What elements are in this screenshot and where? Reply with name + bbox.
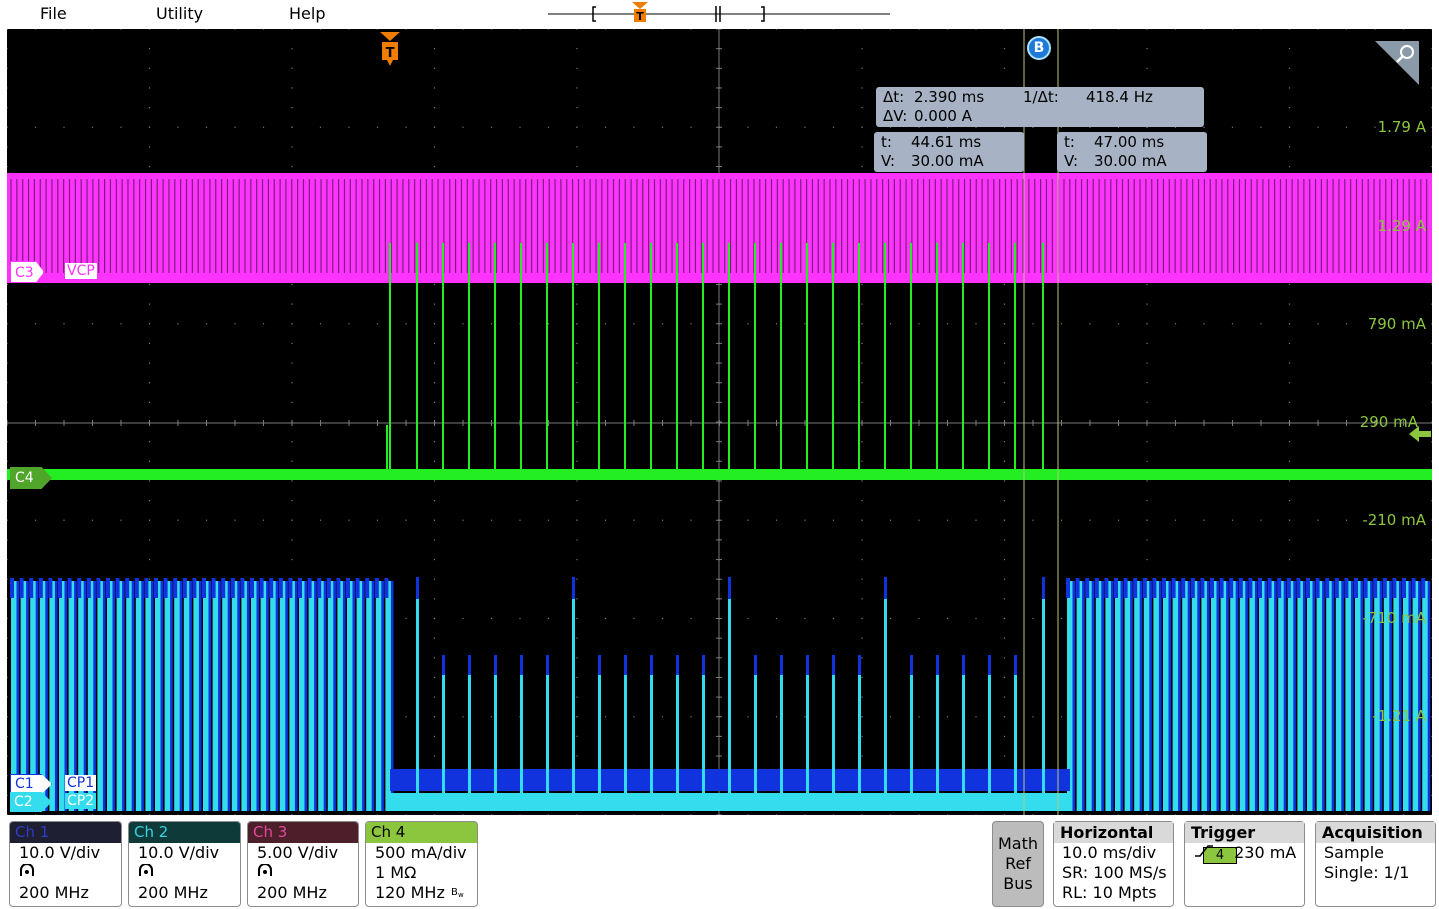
horizontal-title: Horizontal [1054, 822, 1173, 843]
ch3-bandwidth: 200 MHz [257, 883, 327, 902]
math-ref-bus-button[interactable]: Math Ref Bus [992, 821, 1044, 907]
svg-text:T: T [386, 46, 395, 61]
trigger-level: 230 mA [1234, 843, 1297, 862]
ch4-settings-box[interactable]: Ch 4 500 mA/div 1 MΩ 120 MHz Bw [365, 821, 478, 907]
menu-utility[interactable]: Utility [156, 4, 203, 23]
ch2-settings-box[interactable]: Ch 2 10.0 V/div 200 MHz [128, 821, 241, 907]
horizontal-scale: 10.0 ms/div [1062, 843, 1157, 862]
ch2-bandwidth: 200 MHz [138, 883, 208, 902]
ch3-waveform [7, 173, 1432, 283]
trigger-header: Trigger 4 [1185, 822, 1304, 864]
acquisition-state: Single: 1/1 [1324, 863, 1410, 882]
record-length: RL: 10 Mpts [1062, 883, 1157, 902]
ch1-title: Ch 1 [10, 822, 121, 843]
menu-bar: File Utility Help T [0, 0, 1439, 28]
svg-text:w: w [458, 891, 464, 898]
waveform-canvas[interactable] [7, 29, 1432, 815]
horizontal-panel[interactable]: Horizontal 10.0 ms/div SR: 100 MS/s RL: … [1053, 821, 1174, 907]
ch4-bandwidth: 120 MHz [375, 883, 445, 902]
zoom-icon[interactable] [1373, 39, 1421, 87]
cursor-lines[interactable] [1023, 29, 1059, 815]
ch1-label: CP1 [65, 775, 97, 791]
ch1-bandwidth: 200 MHz [19, 883, 89, 902]
ch3-title: Ch 3 [248, 822, 358, 843]
ch2-label: CP2 [65, 793, 97, 809]
svg-text:T: T [636, 10, 644, 23]
waveform-display[interactable]: T B Δt: 2.390 ms 1/Δt: 418.4 Hz ΔV: 0.00… [7, 29, 1432, 815]
trigger-level-icon[interactable] [1409, 425, 1431, 443]
scale-label: -210 mA [1362, 511, 1426, 529]
ch3-label: VCP [65, 263, 97, 279]
ch2-coupling-icon [129, 863, 240, 883]
ch3-settings-box[interactable]: Ch 3 5.00 V/div 200 MHz [247, 821, 359, 907]
ch4-bandwidth-row: 120 MHz Bw [366, 883, 477, 903]
scale-label: 1.29 A [1377, 217, 1426, 235]
cursor-b-readout: t: 47.00 ms V: 30.00 mA [1057, 132, 1207, 172]
acquisition-title: Acquisition [1316, 822, 1435, 843]
acquisition-mode: Sample [1324, 843, 1384, 862]
ch1-settings-box[interactable]: Ch 1 10.0 V/div 200 MHz [9, 821, 122, 907]
ch4-title: Ch 4 [366, 822, 477, 843]
ch4-scale: 500 mA/div [375, 843, 467, 862]
menu-file[interactable]: File [40, 4, 67, 23]
ch1-ch2-waveform [10, 577, 1431, 811]
scale-label: 1.79 A [1377, 118, 1426, 136]
scale-label: 790 mA [1367, 315, 1426, 333]
bottom-control-bar: Ch 1 10.0 V/div 200 MHz Ch 2 10.0 V/div … [0, 818, 1439, 909]
ch4-impedance: 1 MΩ [375, 863, 417, 882]
acquisition-panel[interactable]: Acquisition Sample Single: 1/1 [1315, 821, 1436, 907]
ch2-title: Ch 2 [129, 822, 240, 843]
trigger-position-icon[interactable]: T [379, 31, 401, 71]
rising-edge-icon [1195, 845, 1213, 857]
ch1-coupling-icon [10, 863, 121, 883]
cursor-a-readout: t: 44.61 ms V: 30.00 mA [874, 132, 1024, 172]
sample-rate: SR: 100 MS/s [1062, 863, 1167, 882]
trigger-title: Trigger [1191, 823, 1256, 842]
ch2-scale: 10.0 V/div [138, 843, 220, 862]
cursor-delta-readout: Δt: 2.390 ms 1/Δt: 418.4 Hz ΔV: 0.000 A [876, 87, 1204, 127]
record-trigger-icon: T [632, 2, 648, 23]
cursor-b-marker[interactable]: B [1027, 36, 1051, 60]
scale-label: -1.21 A [1372, 707, 1426, 725]
svg-text:B: B [451, 887, 458, 898]
ch3-scale: 5.00 V/div [257, 843, 339, 862]
trigger-panel[interactable]: Trigger 4 230 mA [1184, 821, 1305, 907]
scale-label: -710 mA [1362, 609, 1426, 627]
record-view-bar[interactable]: T [548, 0, 890, 28]
bandwidth-limit-icon: Bw [451, 887, 464, 899]
ch3-coupling-icon [248, 863, 358, 883]
trigger-level-row: 230 mA [1185, 843, 1304, 863]
menu-help[interactable]: Help [289, 4, 325, 23]
ch1-scale: 10.0 V/div [19, 843, 101, 862]
